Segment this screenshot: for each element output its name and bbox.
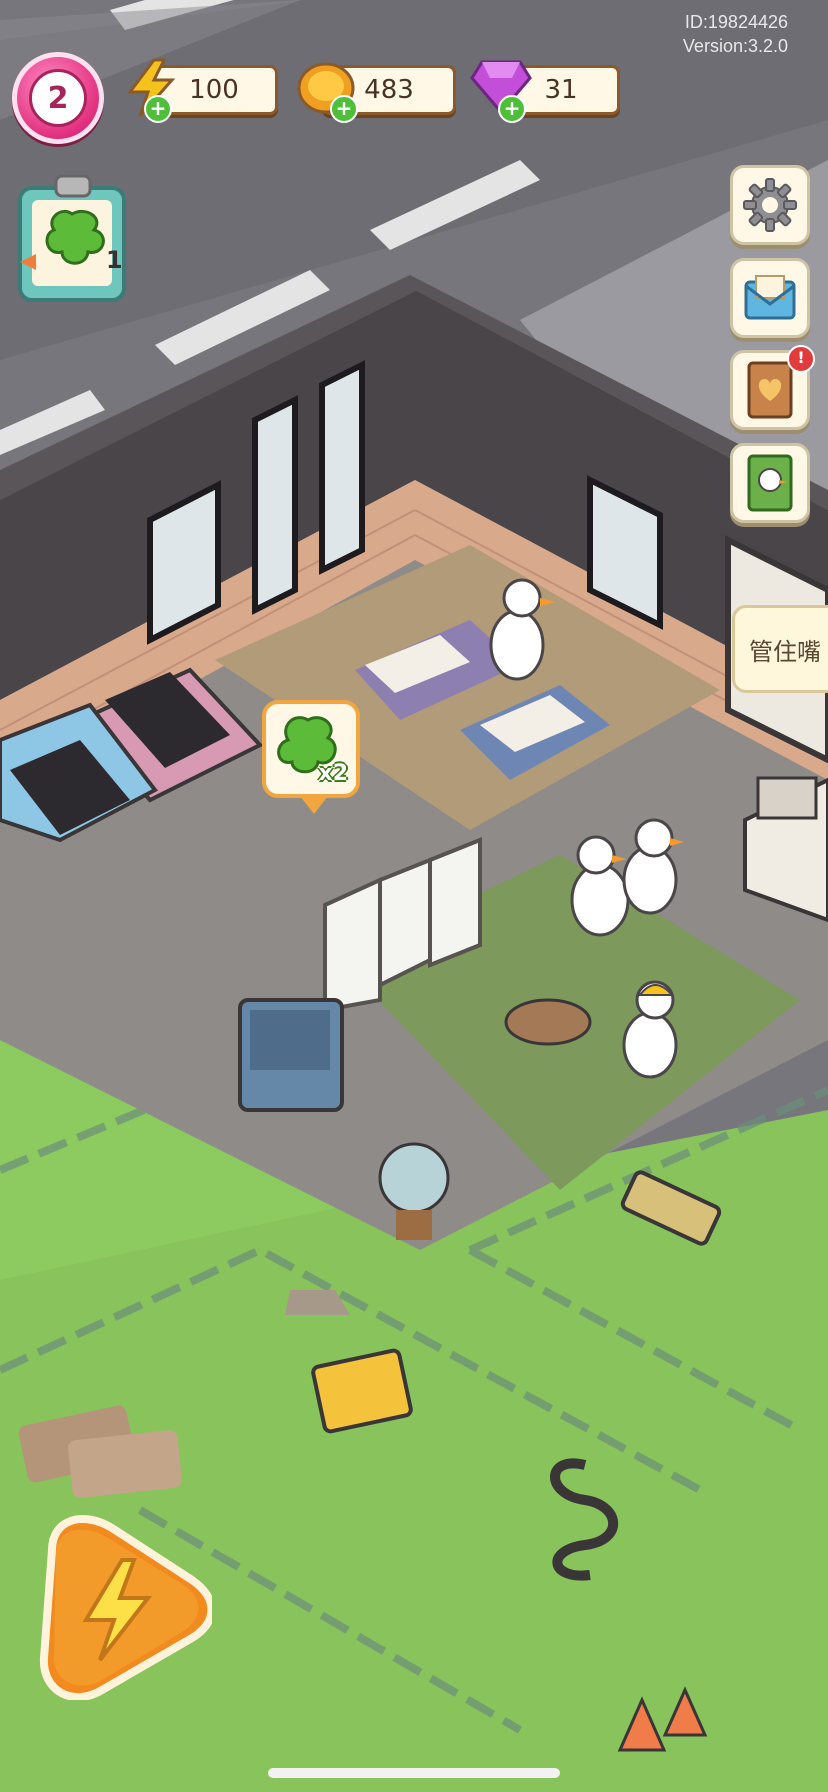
coins-value: 483	[364, 75, 414, 105]
player-level-badge[interactable]: 2	[12, 52, 104, 144]
add-coins-button[interactable]: +	[330, 95, 358, 123]
lightning-icon	[39, 1515, 216, 1702]
tip-text: 管住嘴	[749, 637, 821, 666]
duck-book-icon	[747, 454, 793, 512]
app-version: Version:3.2.0	[682, 36, 788, 56]
add-energy-button[interactable]: +	[144, 95, 172, 123]
home-indicator	[268, 1768, 560, 1778]
reward-count: x2	[318, 761, 349, 786]
player-id: ID:19824426	[684, 12, 788, 32]
reward-bubble[interactable]: x2	[262, 700, 360, 814]
settings-button[interactable]	[730, 165, 810, 245]
clipboard-leaf-icon	[18, 174, 126, 302]
heart-book-icon	[747, 361, 793, 419]
player-level-value: 2	[29, 69, 87, 127]
collection-button[interactable]	[730, 443, 810, 523]
journal-alert-badge: !	[787, 345, 815, 373]
add-gems-button[interactable]: +	[498, 95, 526, 123]
quest-board-button[interactable]: 1	[14, 170, 132, 306]
envelope-icon	[744, 275, 796, 320]
quest-count: 1	[106, 246, 123, 274]
tip-bubble[interactable]: 管住嘴	[732, 605, 828, 693]
mail-button[interactable]	[730, 258, 810, 338]
gear-icon	[743, 178, 797, 232]
gems-value: 31	[544, 75, 578, 105]
build-info: ID:19824426 Version:3.2.0	[683, 10, 788, 58]
energy-value: 100	[189, 75, 239, 105]
energy-action-button[interactable]	[22, 1510, 216, 1702]
journal-button[interactable]: !	[730, 345, 815, 430]
